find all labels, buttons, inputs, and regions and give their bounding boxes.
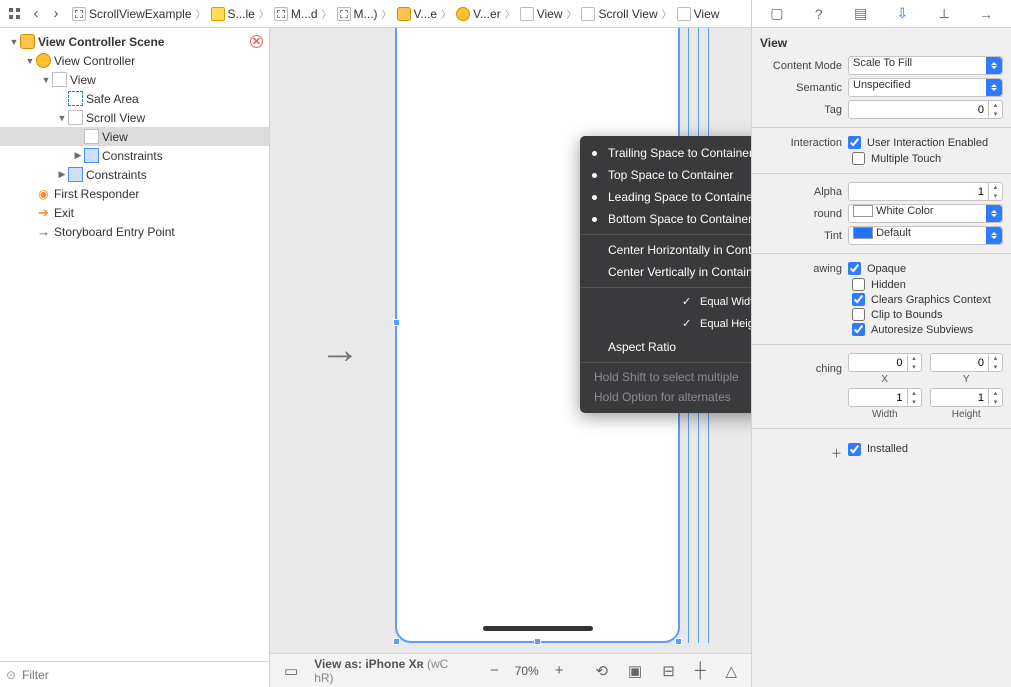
resize-handle[interactable] [393,638,400,645]
uie-checkbox[interactable] [848,136,861,149]
close-scene-icon[interactable]: ✕ [250,35,263,48]
zoom-out-icon[interactable]: − [486,660,503,681]
tab-file-icon[interactable]: ▢ [764,4,790,24]
popup-equal-heights[interactable]: Equal Heights [672,314,751,334]
constraint-popup: Trailing Space to Container Top Space to… [580,136,751,413]
canvas[interactable]: → Trailing Space to Container Top Space … [270,28,751,687]
resolve-icon[interactable]: △ [721,660,741,682]
alpha-field[interactable] [848,182,1003,201]
entry-arrow-icon: → [36,224,51,239]
crumb-file1[interactable]: M...d〉 [272,6,335,21]
popup-bottom[interactable]: Bottom Space to Container [580,208,751,230]
device-config-icon[interactable]: ▭ [280,660,302,682]
filter-input[interactable] [22,668,263,682]
crumb-view1[interactable]: View〉 [518,6,580,21]
crumb-scrollview[interactable]: Scroll View〉 [579,6,674,21]
align-icon[interactable]: ⊟ [658,660,679,682]
tab-help-icon[interactable]: ? [806,4,832,24]
autoresize-checkbox[interactable] [852,323,865,336]
resize-handle[interactable] [393,319,400,326]
tab-identity-icon[interactable]: ▤ [848,4,874,24]
crumb-scene[interactable]: V...e〉 [395,6,455,21]
zoom-in-icon[interactable]: + [551,660,568,681]
popup-center-v[interactable]: Center Vertically in Container [580,261,751,283]
vc-node[interactable]: ▼View Controller [0,51,269,70]
canvas-bottom-bar: ▭ View as: iPhone Xʀ (wC hR) − 70% + ⟲ ▣… [270,653,751,687]
crumb-file2[interactable]: M...)〉 [335,6,395,21]
hidden-checkbox[interactable] [852,278,865,291]
multitouch-checkbox[interactable] [852,152,865,165]
semantic-select[interactable]: Unspecified [848,78,1003,97]
safearea-icon [68,91,83,106]
embed-icon[interactable]: ▣ [624,660,646,682]
scene-icon [20,34,35,49]
view-node[interactable]: ▼View [0,70,269,89]
pin-icon[interactable]: ┼ [691,660,710,681]
popup-hint-option: Hold Option for alternates [580,387,751,407]
constraints-node-2[interactable]: ▶Constraints [0,165,269,184]
related-items-icon[interactable] [4,7,26,21]
exit-icon: ➔ [36,205,51,220]
nav-back-icon[interactable]: ‹ [26,5,46,22]
exit-node[interactable]: ➔Exit [0,203,269,222]
inspector-tabs: ▢ ? ▤ ⇩ ⟂ → [752,0,1011,28]
content-mode-select[interactable]: Scale To Fill [848,56,1003,75]
outline-filter: ⊙ [0,661,269,687]
home-indicator [483,626,593,631]
resize-handle[interactable] [675,638,682,645]
update-frames-icon[interactable]: ⟲ [591,660,612,682]
scene-label: View Controller Scene [38,35,165,49]
entry-point-node[interactable]: →Storyboard Entry Point [0,222,269,241]
view-as-label[interactable]: View as: iPhone Xʀ (wC hR) [314,657,462,685]
popup-center-h[interactable]: Center Horizontally in Container [580,239,751,261]
initial-vc-arrow-icon: → [320,328,360,373]
viewcontroller-icon [36,53,51,68]
opaque-checkbox[interactable] [848,262,861,275]
popup-leading[interactable]: Leading Space to Container [580,186,751,208]
popup-trailing[interactable]: Trailing Space to Container [580,142,751,164]
tab-size-icon[interactable]: ⟂ [931,4,957,24]
resize-handle[interactable] [534,638,541,645]
view-icon [52,72,67,87]
crumb-vc[interactable]: V...er〉 [454,6,518,21]
installed-checkbox[interactable] [848,443,861,456]
popup-hint-shift: Hold Shift to select multiple [580,367,751,387]
popup-aspect[interactable]: Aspect Ratio [580,336,751,358]
tab-attributes-icon[interactable]: ⇩ [889,4,915,24]
popup-equal-widths[interactable]: Equal Widths [672,292,751,312]
view-icon [84,129,99,144]
crumb-innerview[interactable]: View [675,7,722,21]
nav-forward-icon[interactable]: › [46,5,66,22]
add-trait-variation-icon[interactable]: ＋ [760,445,842,461]
inspector-title: View [760,36,1003,50]
scrollview-node[interactable]: ▼Scroll View [0,108,269,127]
crumb-folder[interactable]: S...le〉 [209,6,272,21]
safearea-node[interactable]: Safe Area [0,89,269,108]
scrollview-icon [68,110,83,125]
innerview-node[interactable]: View [0,127,269,146]
first-responder-node[interactable]: ◉First Responder [0,184,269,203]
tint-select[interactable]: Default [848,226,1003,245]
popup-top[interactable]: Top Space to Container [580,164,751,186]
constraints-icon [68,167,83,182]
inspector-panel: ▢ ? ▤ ⇩ ⟂ → View Content Mode Scale To F… [751,0,1011,687]
tag-field[interactable] [848,100,1003,119]
filter-icon: ⊙ [6,668,16,682]
constraints-icon [84,148,99,163]
cube-icon: ◉ [36,186,51,201]
zoom-level: 70% [515,664,539,678]
clears-gc-checkbox[interactable] [852,293,865,306]
scene-node[interactable]: ▼ View Controller Scene ✕ [0,32,269,51]
constraints-node-1[interactable]: ▶Constraints [0,146,269,165]
tab-connections-icon[interactable]: → [973,4,999,24]
document-outline: ▼ View Controller Scene ✕ ▼View Controll… [0,28,270,687]
background-select[interactable]: White Color [848,204,1003,223]
crumb-project[interactable]: ScrollViewExample〉 [70,6,209,21]
clip-checkbox[interactable] [852,308,865,321]
